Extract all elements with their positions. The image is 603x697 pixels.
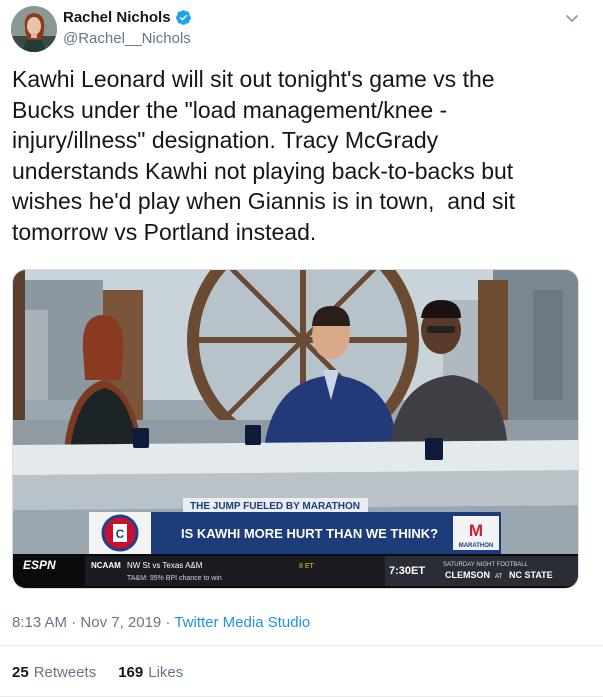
likes-stat[interactable]: 169 Likes [118,664,183,681]
avatar[interactable] [11,6,57,52]
tweet-date[interactable]: Nov 7, 2019 [80,614,161,631]
promo-team-a: CLEMSON [445,570,490,580]
promo-team-b: NC STATE [509,570,553,580]
tweet-timestamp: 8:13 AM · Nov 7, 2019 · Twitter Media St… [12,614,310,631]
verified-badge-icon [175,10,191,25]
chevron-down-icon[interactable] [564,10,580,26]
author-name-row: Rachel Nichols [63,9,192,26]
video-frame: THE JUMP FUELED BY MARATHON C IS KAWHI M… [13,270,578,588]
promo-title: SATURDAY NIGHT FOOTBALL [443,562,529,568]
svg-text:C: C [116,527,125,541]
promo-at: AT [495,574,503,580]
retweets-stat[interactable]: 25 Retweets [12,664,96,681]
meta-separator: · [161,614,175,631]
lower-third-question: IS KAWHI MORE HURT THAN WE THINK? [181,526,438,541]
ticker-time: 8 ET [299,563,315,570]
tweet-source-link[interactable]: Twitter Media Studio [174,614,310,631]
show-bar-text: THE JUMP FUELED BY MARATHON [190,501,360,512]
likes-label: Likes [148,664,184,681]
ticker-league: NCAAM [91,561,121,570]
meta-separator: · [67,614,81,631]
likes-count: 169 [118,664,144,681]
sponsor-label: MARATHON [459,543,494,549]
tweet-media[interactable]: THE JUMP FUELED BY MARATHON C IS KAWHI M… [12,269,579,589]
tweet-stats: 25 Retweets 169 Likes [12,664,205,681]
tweet-card: Rachel Nichols @Rachel__Nichols Kawhi Le… [0,0,603,697]
user-handle[interactable]: @Rachel__Nichols [63,30,191,47]
marathon-logo-icon: M [469,521,483,540]
tweet-text: Kawhi Leonard will sit out tonight's gam… [12,66,515,245]
divider [0,645,603,646]
tweet-time[interactable]: 8:13 AM [12,614,67,631]
espn-logo: ESPN [23,558,56,572]
retweets-count: 25 [12,664,29,681]
display-name[interactable]: Rachel Nichols [63,9,171,26]
retweets-label: Retweets [33,664,97,681]
promo-time: 7:30ET [389,565,425,577]
ticker-stat: TA&M: 95% BPI chance to win [127,575,222,582]
ticker-game: NW St vs Texas A&M [127,561,203,570]
